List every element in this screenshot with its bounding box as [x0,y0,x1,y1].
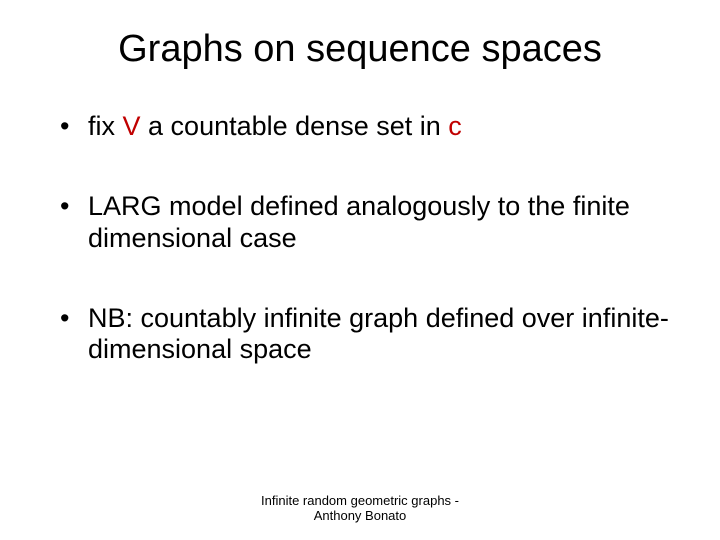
footer-line-2: Anthony Bonato [0,508,720,524]
bullet-1-c: c [448,111,462,141]
bullet-item-2: LARG model defined analogously to the fi… [60,191,670,255]
bullet-item-3: NB: countably infinite graph defined ove… [60,303,670,367]
bullet-1-mid: a countable dense set in [141,111,449,141]
bullet-1-v: V [123,111,141,141]
bullet-item-1: fix V a countable dense set in c [60,111,670,143]
slide-title: Graphs on sequence spaces [50,28,670,71]
bullet-list: fix V a countable dense set in c LARG mo… [50,111,670,366]
slide: Graphs on sequence spaces fix V a counta… [0,0,720,540]
bullet-3-text: NB: countably infinite graph defined ove… [88,303,669,365]
bullet-2-text: LARG model defined analogously to the fi… [88,191,630,253]
footer-line-1: Infinite random geometric graphs - [0,493,720,509]
bullet-1-pre: fix [88,111,123,141]
slide-footer: Infinite random geometric graphs - Antho… [0,493,720,524]
